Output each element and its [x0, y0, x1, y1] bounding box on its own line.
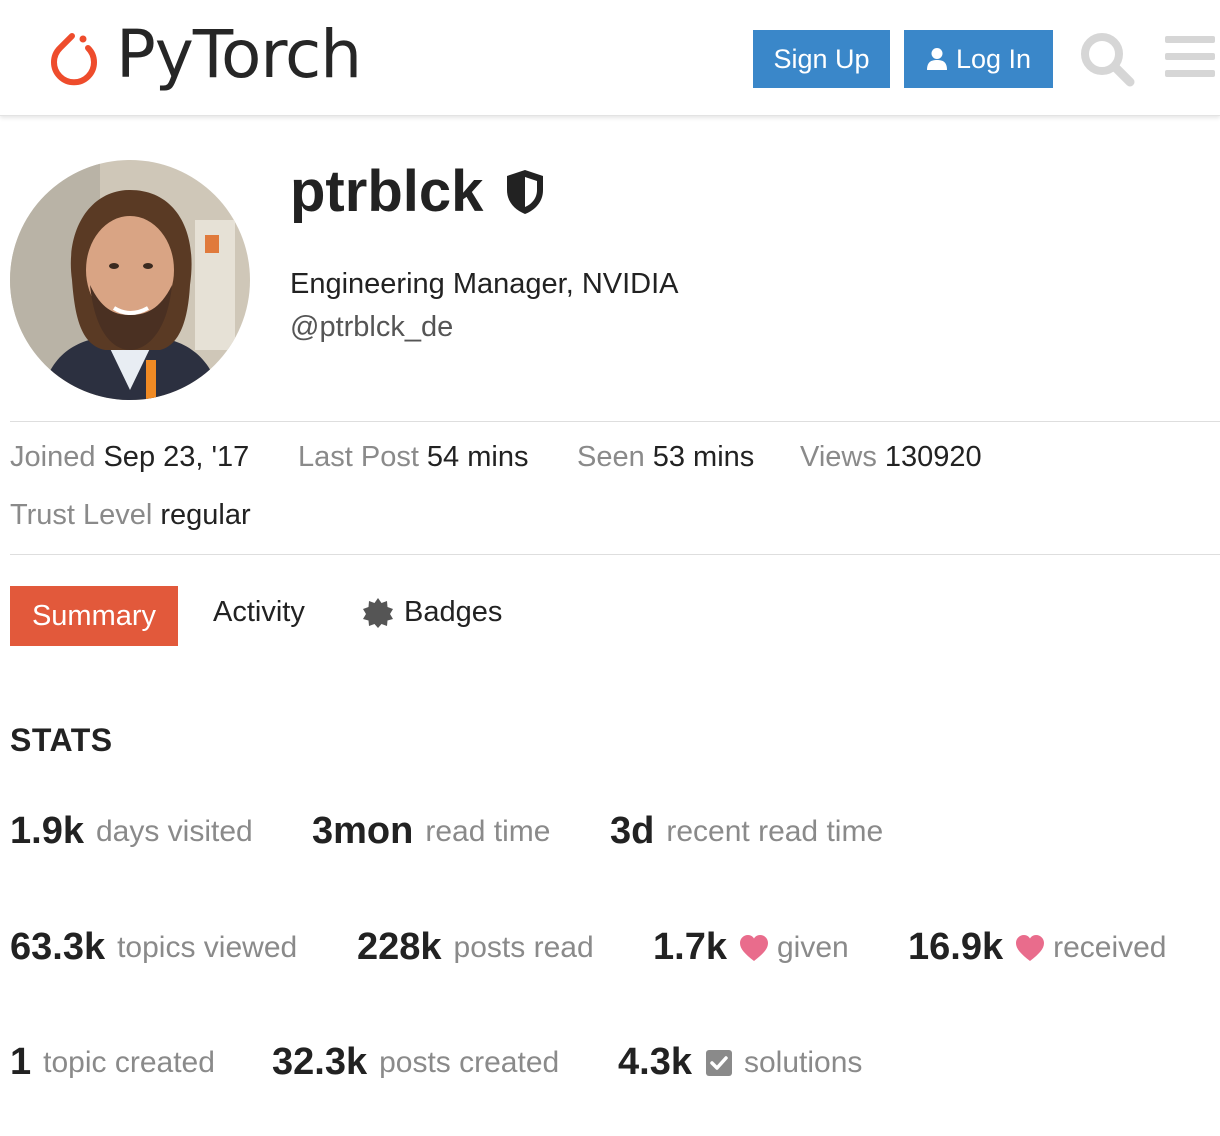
- stat-value: 4.3k: [618, 1041, 692, 1083]
- stat-solutions: 4.3k solutions: [618, 1041, 862, 1084]
- stat-read-time: 3mon read time: [312, 810, 550, 853]
- joined-label: Joined: [10, 441, 96, 473]
- stat-label: read time: [425, 814, 551, 848]
- stat-topics-viewed: 63.3k topics viewed: [10, 926, 297, 969]
- stat-label: solutions: [743, 1045, 863, 1079]
- avatar: [10, 160, 250, 400]
- profile-handle: @ptrblck_de: [290, 311, 454, 343]
- stat-value: 1.7k: [653, 926, 727, 968]
- sign-up-button[interactable]: Sign Up: [753, 30, 890, 88]
- stat-value: 16.9k: [908, 926, 1004, 968]
- stat-value: 63.3k: [10, 926, 106, 968]
- last-post-stat[interactable]: Last Post 54 mins: [298, 441, 528, 474]
- stat-label: posts created: [379, 1045, 560, 1079]
- stat-label: topics viewed: [117, 930, 298, 964]
- profile-title: Engineering Manager, NVIDIA: [290, 268, 679, 300]
- stat-label: recent read time: [666, 814, 884, 848]
- stat-label: topic created: [43, 1045, 215, 1079]
- trust-level-stat: Trust Level regular: [10, 499, 251, 532]
- username-text: ptrblck: [290, 159, 484, 224]
- stat-posts-read: 228k posts read: [357, 926, 594, 969]
- stat-days-visited: 1.9k days visited: [10, 810, 253, 853]
- stat-label: received: [1053, 930, 1167, 964]
- trust-level-label: Trust Level: [10, 499, 153, 531]
- stat-label: given: [776, 930, 849, 964]
- checkbox-icon: [705, 1049, 732, 1076]
- badge-icon: [363, 597, 393, 628]
- stat-recent-read-time: 3d recent read time: [610, 810, 883, 853]
- stat-value: 1.9k: [10, 810, 84, 852]
- pytorch-logo-icon: [51, 33, 97, 86]
- heart-icon: [739, 934, 768, 961]
- divider: [10, 554, 1220, 555]
- stat-likes-given: 1.7k given: [653, 926, 849, 969]
- pytorch-logo[interactable]: PyTorch: [50, 14, 362, 96]
- stat-value: 3d: [610, 810, 655, 852]
- stat-label: days visited: [95, 814, 253, 848]
- tab-summary[interactable]: Summary: [10, 586, 178, 646]
- last-post-label: Last Post: [298, 441, 419, 473]
- joined-value: Sep 23, '17: [103, 441, 250, 473]
- last-post-value[interactable]: 54 mins: [427, 441, 529, 473]
- hamburger-menu-icon[interactable]: [1165, 34, 1215, 80]
- log-in-button[interactable]: Log In: [904, 30, 1053, 88]
- stat-value: 32.3k: [272, 1041, 368, 1083]
- seen-stat: Seen 53 mins: [577, 441, 754, 474]
- stats-heading: STATS: [10, 722, 113, 758]
- stat-likes-received: 16.9k received: [908, 926, 1167, 969]
- seen-label: Seen: [577, 441, 645, 473]
- heart-icon: [1016, 934, 1045, 961]
- views-stat: Views 130920: [800, 441, 982, 474]
- log-in-label: Log In: [955, 43, 1032, 74]
- views-value: 130920: [884, 441, 982, 473]
- stat-label: posts read: [453, 930, 594, 964]
- trust-level-value: regular: [160, 499, 251, 531]
- tab-badges-label: Badges: [404, 596, 503, 628]
- moderator-shield-icon: [507, 169, 544, 214]
- stat-posts-created: 32.3k posts created: [272, 1041, 559, 1084]
- stat-value: 3mon: [312, 810, 414, 852]
- joined-stat: Joined Sep 23, '17: [10, 441, 249, 474]
- search-icon[interactable]: [1078, 30, 1136, 88]
- user-icon: [926, 48, 947, 70]
- seen-value: 53 mins: [652, 441, 755, 473]
- stat-topic-created: 1 topic created: [10, 1041, 215, 1084]
- avatar-image: [10, 160, 250, 400]
- tab-activity[interactable]: Activity: [213, 596, 305, 629]
- stat-value: 228k: [357, 926, 442, 968]
- stat-value: 1: [10, 1041, 32, 1083]
- tab-badges[interactable]: Badges: [362, 596, 502, 629]
- profile-username: ptrblck: [290, 158, 547, 225]
- divider: [10, 421, 1220, 422]
- logo-text: PyTorch: [116, 16, 362, 93]
- views-label: Views: [800, 441, 877, 473]
- site-header: PyTorch Sign Up Log In: [0, 0, 1220, 116]
